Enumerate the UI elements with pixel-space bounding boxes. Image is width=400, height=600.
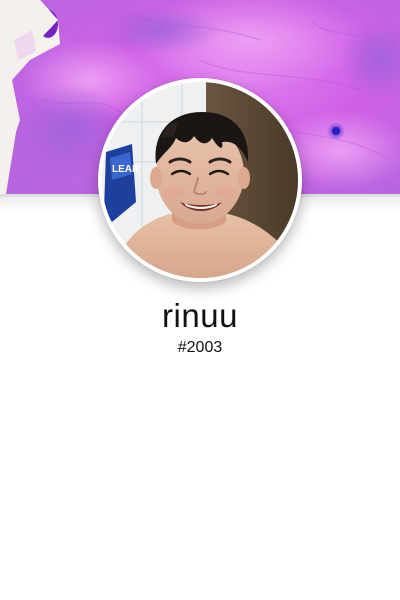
svg-text:LEAR: LEAR — [112, 164, 140, 175]
avatar[interactable]: LEAR — [98, 78, 302, 282]
profile-photo-icon: LEAR — [102, 82, 298, 278]
profile-card: LEAR rinuu #2003 — [0, 0, 400, 600]
user-tag: #2003 — [177, 339, 223, 356]
avatar-image: LEAR — [102, 82, 298, 278]
username: rinuu — [162, 297, 238, 334]
